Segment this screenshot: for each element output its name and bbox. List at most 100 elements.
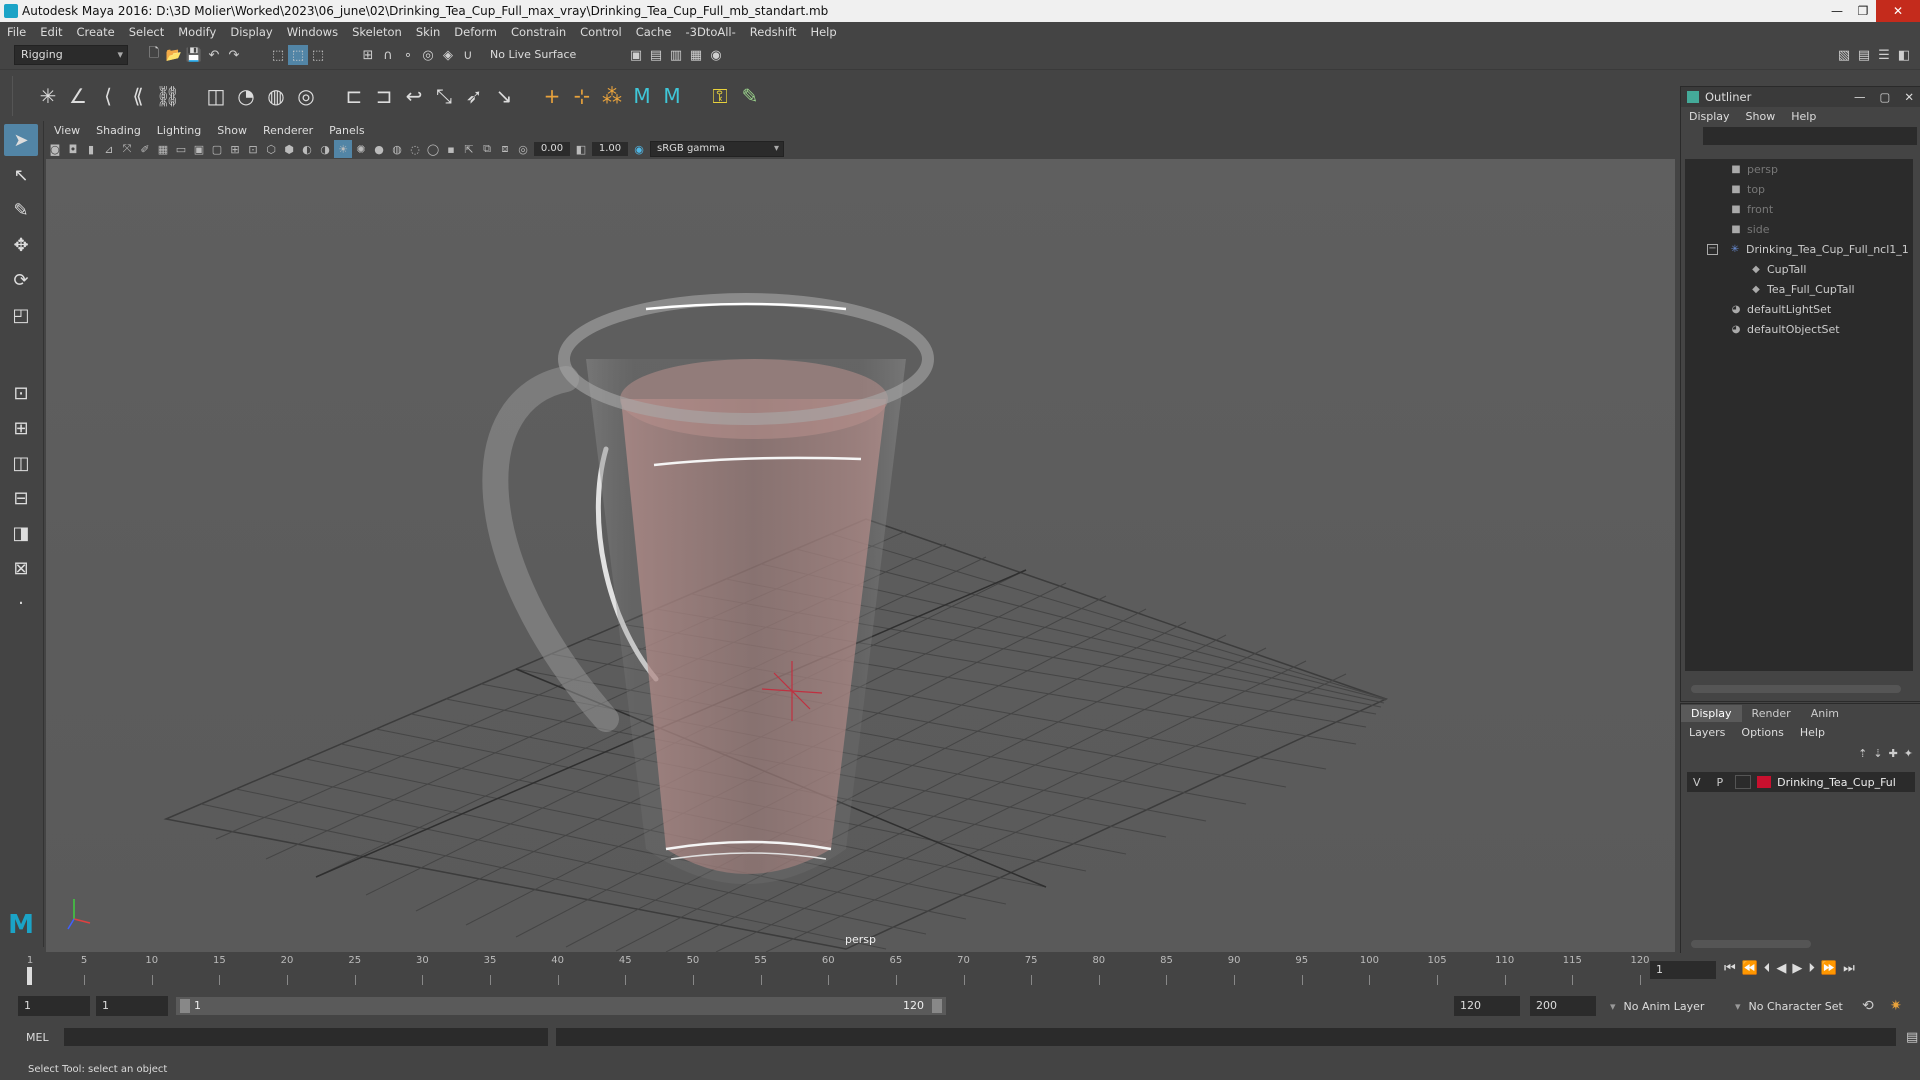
more-layouts-icon[interactable]: · — [4, 587, 38, 619]
smooth-shade-icon[interactable]: ⬢ — [280, 140, 298, 158]
aim-constraint-icon[interactable]: ➶ — [459, 78, 489, 114]
auto-key-icon[interactable]: ⟲ — [1862, 998, 1874, 1014]
smooth-bind-icon[interactable]: ◫ — [201, 78, 231, 114]
paint-select-icon[interactable]: ✎ — [4, 194, 38, 226]
graph-persp-layout-icon[interactable]: ◨ — [4, 517, 38, 549]
menu-cache[interactable]: Cache — [629, 25, 679, 39]
step-back-frame-icon[interactable]: ⏴ — [1764, 961, 1771, 976]
close-icon[interactable]: ✕ — [1897, 90, 1920, 104]
command-input[interactable] — [64, 1028, 548, 1046]
menu-help[interactable]: Help — [803, 25, 843, 39]
anim-layer-dropdown[interactable]: ▾ No Anim Layer — [1610, 1000, 1740, 1013]
current-frame-field[interactable]: 1 — [1650, 961, 1716, 979]
snap-point-icon[interactable]: ∘ — [398, 45, 418, 65]
outliner-item-top[interactable]: ■ top — [1685, 179, 1913, 199]
depth-of-field-icon[interactable]: ◯ — [424, 140, 442, 158]
ambient-occlusion-icon[interactable]: ● — [370, 140, 388, 158]
point-constraint-icon[interactable]: ⊐ — [369, 78, 399, 114]
menu-edit[interactable]: Edit — [33, 25, 69, 39]
select-object-icon[interactable]: ⬚ — [288, 45, 308, 65]
snap-view-icon[interactable]: ◎ — [418, 45, 438, 65]
grease-pencil-icon[interactable]: ✐ — [136, 140, 154, 158]
live-surface-field[interactable]: No Live Surface — [484, 46, 596, 64]
safe-action-icon[interactable]: ⊡ — [244, 140, 262, 158]
maximize-icon[interactable]: ▢ — [1872, 90, 1897, 104]
gate-mask-icon[interactable]: ▢ — [208, 140, 226, 158]
use-all-lights-icon[interactable]: ☀ — [334, 140, 352, 158]
open-scene-icon[interactable]: 📂 — [164, 45, 184, 65]
menu-modify[interactable]: Modify — [171, 25, 223, 39]
outliner-item-lightset[interactable]: ◕ defaultLightSet — [1685, 299, 1913, 319]
2d-pan-zoom-icon[interactable]: ⤧ — [118, 140, 136, 158]
layer-menu-help[interactable]: Help — [1792, 726, 1833, 739]
redo-icon[interactable]: ↷ — [224, 45, 244, 65]
interactive-bind-icon[interactable]: ◎ — [291, 78, 321, 114]
playback-start-field[interactable]: 1 — [96, 996, 168, 1016]
paint-skin-icon[interactable]: ✎ — [735, 78, 765, 114]
outliner-item-persp[interactable]: ■ persp — [1685, 159, 1913, 179]
ik-handle-icon[interactable]: ∠ — [63, 78, 93, 114]
snap-grid-icon[interactable]: ⊞ — [358, 45, 378, 65]
scale-constraint-icon[interactable]: ⤡ — [429, 78, 459, 114]
snap-magnet-icon[interactable]: ∪ — [458, 45, 478, 65]
rotate-tool-icon[interactable]: ⟳ — [4, 264, 38, 296]
step-forward-frame-icon[interactable]: ⏵ — [1808, 961, 1815, 976]
menu-3dtoall[interactable]: -3DtoAll- — [678, 25, 742, 39]
lasso-tool-icon[interactable]: ↖ — [4, 159, 38, 191]
ipr-render-icon[interactable]: ▥ — [666, 45, 686, 65]
select-tool-icon[interactable]: ➤ — [4, 124, 38, 156]
move-tool-icon[interactable]: ✥ — [4, 229, 38, 261]
textured-icon[interactable]: ◑ — [316, 140, 334, 158]
menu-constrain[interactable]: Constrain — [504, 25, 573, 39]
range-slider[interactable]: 1 120 — [176, 997, 946, 1015]
outliner-item-cuptall[interactable]: ◆ CupTall — [1685, 259, 1913, 279]
scale-tool-icon[interactable]: ◰ — [4, 299, 38, 331]
menu-deform[interactable]: Deform — [447, 25, 504, 39]
outliner-menu-show[interactable]: Show — [1738, 110, 1784, 123]
single-pane-layout-icon[interactable]: ⊡ — [4, 377, 38, 409]
new-layer-selected-icon[interactable]: ✦ — [1904, 747, 1913, 760]
render-frame-icon[interactable]: ▤ — [646, 45, 666, 65]
outliner-item-tea[interactable]: ◆ Tea_Full_CupTall — [1685, 279, 1913, 299]
layer-color-swatch[interactable] — [1757, 776, 1772, 788]
rigid-bind-icon[interactable]: ◔ — [231, 78, 261, 114]
xray-icon[interactable]: ⇱ — [460, 140, 478, 158]
time-slider[interactable]: 1 5 10 15 20 25 30 35 40 45 50 55 60 65 70 75 80 85 90 95 10… — [0, 953, 1920, 987]
select-hierarchy-icon[interactable]: ⬚ — [268, 45, 288, 65]
step-back-key-icon[interactable]: ⏪ — [1742, 961, 1758, 976]
xray-components-icon[interactable]: ⧈ — [496, 140, 514, 158]
go-to-end-icon[interactable]: ⏭ — [1843, 961, 1855, 976]
parent-constraint-icon[interactable]: ⊏ — [339, 78, 369, 114]
anti-aliasing-icon[interactable]: ◌ — [406, 140, 424, 158]
script-editor-icon[interactable]: ▤ — [1906, 1030, 1918, 1045]
move-layer-up-icon[interactable]: ⇡ — [1858, 747, 1867, 760]
grid-toggle-icon[interactable]: ▦ — [154, 140, 172, 158]
panel-menu-lighting[interactable]: Lighting — [149, 124, 209, 137]
menu-windows[interactable]: Windows — [280, 25, 345, 39]
color-management-icon[interactable]: ◉ — [630, 140, 648, 158]
outliner-persp-layout-icon[interactable]: ⊟ — [4, 482, 38, 514]
menu-skin[interactable]: Skin — [409, 25, 447, 39]
exposure-field[interactable]: 0.00 — [534, 142, 570, 156]
script-language-label[interactable]: MEL — [26, 1031, 62, 1044]
menuset-dropdown[interactable]: Rigging ▾ — [14, 45, 128, 65]
tab-display[interactable]: Display — [1681, 704, 1742, 722]
isolate-select-icon[interactable]: ▪ — [442, 140, 460, 158]
outliner-item-group[interactable]: − ✳ Drinking_Tea_Cup_Full_ncl1_1 — [1685, 239, 1913, 259]
layer-playback-toggle[interactable]: P — [1717, 776, 1724, 789]
set-driven-key-icon[interactable]: ⚿ — [705, 78, 735, 114]
outliner-menu-help[interactable]: Help — [1783, 110, 1824, 123]
start-time-field[interactable]: 1 — [18, 996, 90, 1016]
image-plane-icon[interactable]: ⊿ — [100, 140, 118, 158]
humanik-icon[interactable]: ⛓ — [153, 78, 183, 114]
minimize-icon[interactable]: — — [1847, 90, 1873, 104]
character-set-dropdown[interactable]: ▾ No Character Set — [1735, 1000, 1865, 1013]
menu-redshift[interactable]: Redshift — [743, 25, 804, 39]
hypershade-layout-icon[interactable]: ⊠ — [4, 552, 38, 584]
step-forward-key-icon[interactable]: ⏩ — [1821, 961, 1837, 976]
panel-menu-renderer[interactable]: Renderer — [255, 124, 321, 137]
resolution-gate-icon[interactable]: ▣ — [190, 140, 208, 158]
maximize-button[interactable]: ❐ — [1850, 0, 1876, 22]
ik-spline-icon[interactable]: ⟨ — [93, 78, 123, 114]
gamma-icon[interactable]: ◧ — [572, 140, 590, 158]
